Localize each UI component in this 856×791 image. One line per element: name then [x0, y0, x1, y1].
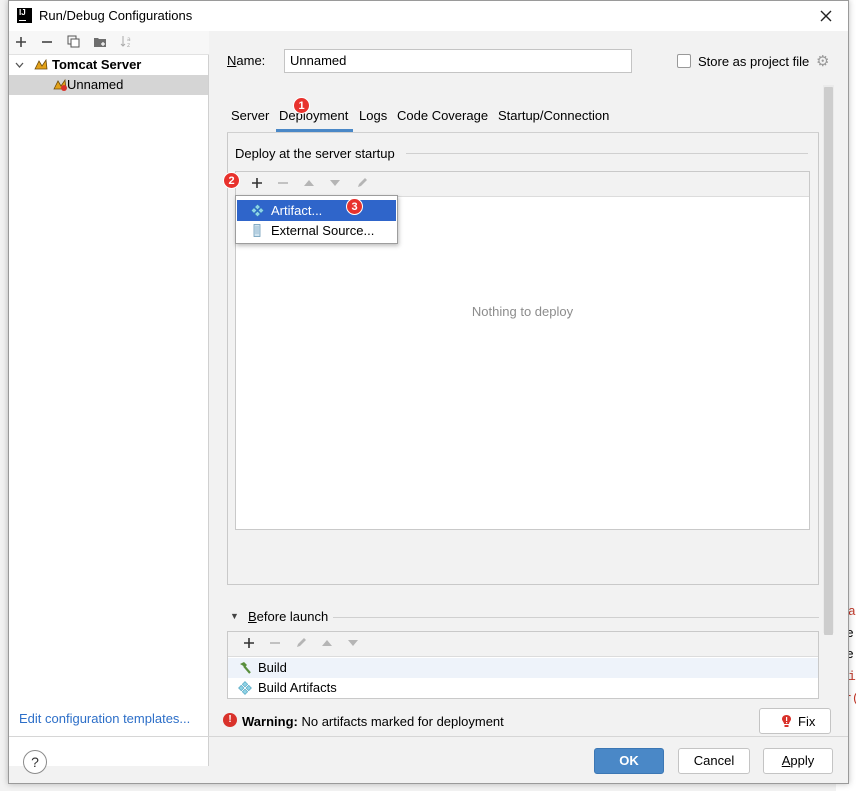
artifact-icon	[251, 204, 264, 217]
tab-logs[interactable]: Logs	[359, 108, 387, 123]
before-launch-toolbar	[228, 632, 818, 657]
fix-label: Fix	[798, 714, 816, 729]
plus-icon[interactable]	[12, 34, 30, 52]
sort-icon[interactable]: az	[117, 34, 135, 52]
minus-icon[interactable]	[274, 175, 292, 193]
active-tab-indicator	[276, 129, 353, 132]
bulb-error-icon	[782, 715, 791, 727]
close-button[interactable]	[815, 5, 837, 27]
empty-state-text: Nothing to deploy	[471, 304, 574, 319]
edit-templates-link[interactable]: Edit configuration templates...	[19, 711, 190, 726]
warning-text: No artifacts marked for deployment	[301, 714, 504, 729]
window-title: Run/Debug Configurations	[39, 8, 193, 23]
step-badge: 2	[223, 172, 240, 189]
add-popup-menu: Artifact... External Source...	[235, 195, 398, 244]
move-up-icon[interactable]	[318, 635, 336, 653]
before-launch-list: Build Build Artifacts	[227, 631, 819, 699]
bg-glyph: a	[848, 604, 856, 619]
tomcat-icon	[34, 58, 48, 70]
title-bar[interactable]: IJ Run/Debug Configurations	[9, 1, 848, 31]
step-badge: 1	[293, 97, 310, 114]
menu-item-external-source[interactable]: External Source...	[237, 220, 396, 241]
help-button[interactable]: ?	[23, 750, 47, 774]
warning-message: Warning: No artifacts marked for deploym…	[242, 714, 504, 729]
menu-item-artifact[interactable]: Artifact...	[237, 200, 396, 221]
collapse-triangle-icon[interactable]: ▼	[230, 611, 239, 621]
list-item-label: Build Artifacts	[258, 680, 337, 695]
name-label: Name:	[227, 53, 266, 68]
section-divider	[333, 617, 819, 618]
name-input[interactable]: Unnamed	[284, 49, 632, 73]
scrollbar-thumb[interactable]	[824, 87, 833, 635]
app-logo-icon: IJ	[17, 8, 32, 23]
external-source-icon	[253, 224, 261, 237]
menu-item-label: Artifact...	[271, 203, 323, 218]
plus-icon[interactable]	[240, 635, 258, 653]
tab-code-coverage[interactable]: Code Coverage	[397, 108, 488, 123]
ok-button[interactable]: OK	[594, 748, 664, 774]
tomcat-icon	[53, 78, 67, 91]
run-debug-dialog: IJ Run/Debug Configurations az Tomcat Se…	[8, 0, 849, 784]
copy-icon[interactable]	[64, 34, 82, 52]
tab-deployment[interactable]: Deployment	[279, 108, 348, 123]
tree-group-tomcat[interactable]: Tomcat Server	[9, 55, 208, 75]
left-toolbar: az	[9, 31, 209, 55]
config-tree-panel: az Tomcat Server Unnamed Edit configurat…	[9, 31, 209, 766]
section-divider	[406, 153, 808, 154]
cancel-button[interactable]: Cancel	[678, 748, 750, 774]
step-badge: 3	[346, 198, 363, 215]
minus-icon[interactable]	[38, 34, 56, 52]
warning-prefix: Warning:	[242, 714, 298, 729]
bg-glyph: i	[848, 669, 856, 684]
before-launch-title[interactable]: Before launch	[248, 609, 328, 624]
tab-server[interactable]: Server	[231, 108, 269, 123]
fix-button[interactable]: Fix	[759, 708, 831, 734]
error-icon: !	[223, 713, 237, 727]
deploy-toolbar	[236, 172, 809, 197]
store-as-project-label[interactable]: Store as project file	[698, 54, 809, 69]
move-down-icon[interactable]	[326, 175, 344, 193]
move-up-icon[interactable]	[300, 175, 318, 193]
list-item[interactable]: Build Artifacts	[228, 678, 818, 698]
list-item[interactable]: Build	[228, 658, 818, 678]
move-down-icon[interactable]	[344, 635, 362, 653]
tab-startup-connection[interactable]: Startup/Connection	[498, 108, 609, 123]
close-icon	[820, 10, 832, 22]
plus-icon[interactable]	[248, 175, 266, 193]
deploy-section-title: Deploy at the server startup	[235, 146, 395, 161]
svg-text:z: z	[127, 42, 130, 48]
list-item-label: Build	[258, 660, 287, 675]
apply-button[interactable]: Apply	[763, 748, 833, 774]
gear-icon[interactable]: ⚙	[816, 52, 829, 70]
menu-item-label: External Source...	[271, 223, 375, 238]
artifact-icon	[238, 681, 252, 695]
hammer-icon	[240, 662, 251, 674]
tree-item-label: Unnamed	[67, 77, 124, 92]
chevron-down-icon[interactable]	[15, 61, 24, 70]
edit-icon[interactable]	[292, 635, 310, 653]
minus-icon[interactable]	[266, 635, 284, 653]
folder-icon[interactable]	[91, 34, 109, 52]
edit-icon[interactable]	[353, 175, 371, 193]
store-as-project-checkbox[interactable]	[677, 54, 691, 68]
tree-item-unnamed[interactable]: Unnamed	[9, 75, 208, 95]
bottom-divider	[9, 736, 848, 737]
tree-group-label: Tomcat Server	[52, 57, 142, 72]
